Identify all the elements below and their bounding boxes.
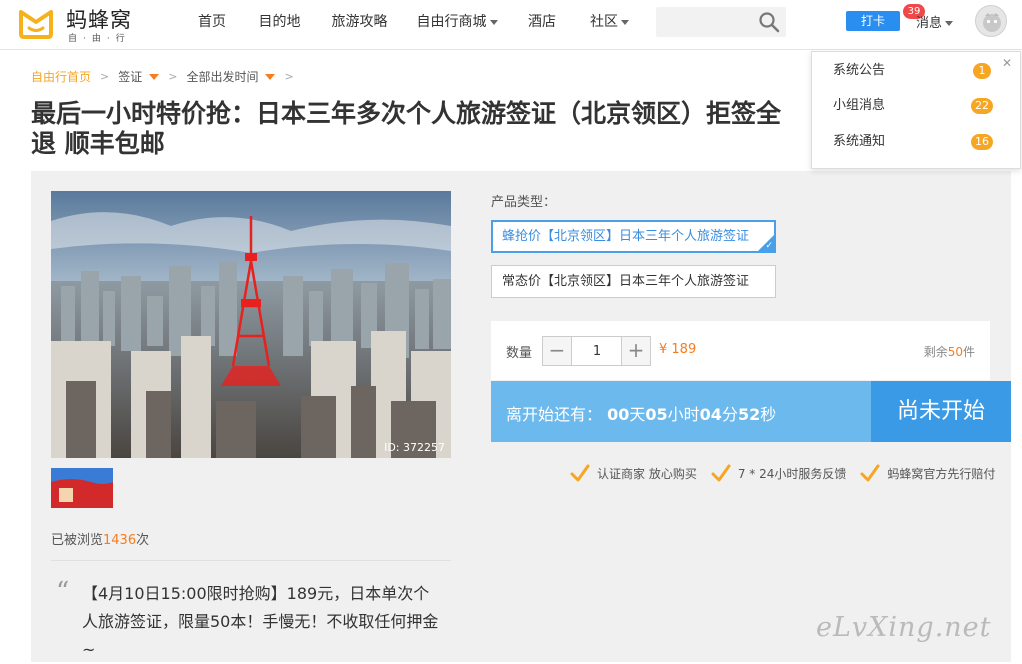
top-header: 蚂蜂窝 自·由·行 首页 目的地 旅游攻略 自由行商城 酒店 社区 打卡 39 … (0, 0, 1022, 50)
site-logo[interactable]: 蚂蜂窝 自·由·行 (18, 4, 148, 44)
page-title: 最后一小时特价抢：日本三年多次个人旅游签证（北京领区）拒签全退 顺丰包邮 (31, 99, 782, 158)
product-option-regular-price[interactable]: 常态价【北京领区】日本三年个人旅游签证 (491, 265, 776, 298)
nav-mall[interactable]: 自由行商城 (402, 0, 512, 44)
notification-count: 1 (973, 63, 991, 79)
chevron-right-icon: > (100, 69, 110, 83)
guarantee-list: 认证商家 放心购买 7 * 24小时服务反馈 蚂蜂窝官方先行赔付 (570, 463, 1009, 483)
check-in-button[interactable]: 打卡 (846, 11, 900, 31)
nav-hotels[interactable]: 酒店 (512, 0, 572, 44)
search-icon[interactable] (758, 11, 780, 33)
notification-group-messages[interactable]: 小组消息 22 (833, 96, 993, 116)
check-icon: ✓ (765, 241, 773, 251)
product-type-label: 产品类型： (491, 195, 557, 210)
promo-description: 【4月10日15:00限时抢购】189元，日本单次个人旅游签证，限量50本！手慢… (82, 584, 439, 659)
not-started-button[interactable]: 尚未开始 (871, 381, 1011, 442)
nav-community[interactable]: 社区 (572, 0, 647, 44)
quantity-input[interactable] (572, 336, 622, 366)
close-icon[interactable]: ✕ (1002, 56, 1012, 70)
product-thumbnail[interactable] (51, 468, 113, 508)
avatar-face-icon (983, 13, 1001, 32)
chevron-down-icon (149, 74, 160, 80)
notification-system-announcement[interactable]: 系统公告 1 (833, 61, 993, 81)
countdown-timer: 离开始还有： 00天05小时04分52秒 (491, 381, 871, 442)
chevron-down-icon (265, 74, 276, 80)
notifications-dropdown: ✕ 系统公告 1 小组消息 22 系统通知 16 (811, 51, 1021, 169)
countdown-text: 离开始还有： 00天05小时04分52秒 (506, 405, 777, 424)
nav-guides[interactable]: 旅游攻略 (317, 0, 402, 44)
quantity-section: 数量 − + ¥ 189 剩余50件 (491, 321, 990, 380)
nav-home[interactable]: 首页 (182, 0, 242, 44)
guarantee-item: 7 * 24小时服务反馈 (711, 463, 846, 483)
quantity-label: 数量 (506, 346, 533, 361)
product-main-image[interactable]: ID: 372257 (51, 191, 451, 458)
image-id-label: ID: 372257 (384, 441, 445, 454)
countdown-days: 00 (607, 405, 630, 424)
view-count: 已被浏览1436次 (51, 533, 150, 548)
chevron-right-icon: > (168, 69, 178, 83)
countdown-hours: 05 (645, 405, 668, 424)
guarantee-item: 认证商家 放心购买 (570, 463, 697, 483)
quote-icon: “ (56, 577, 70, 607)
watermark: eLvXing.net (816, 612, 992, 643)
messages-menu[interactable]: 消息 (916, 12, 954, 31)
countdown-seconds: 52 (737, 405, 761, 424)
breadcrumb: 自由行首页 > 签证 > 全部出发时间 > (31, 67, 303, 85)
breadcrumb-departure[interactable]: 全部出发时间 (186, 68, 276, 85)
chevron-down-icon (621, 19, 629, 25)
guarantee-item: 蚂蜂窝官方先行赔付 (860, 463, 995, 483)
notification-count: 16 (971, 134, 993, 150)
tokyo-skyline-image (51, 191, 451, 458)
quantity-plus-button[interactable]: + (621, 336, 651, 366)
countdown-minutes: 04 (699, 405, 722, 424)
breadcrumb-visa[interactable]: 签证 (118, 68, 160, 85)
thumbnail-image (51, 468, 113, 508)
divider (51, 560, 451, 561)
notification-count: 22 (971, 98, 993, 114)
product-option-flash-price[interactable]: 蜂抢价【北京领区】日本三年个人旅游签证 ✓ (491, 220, 776, 253)
nav-destinations[interactable]: 目的地 (242, 0, 317, 44)
main-nav: 首页 目的地 旅游攻略 自由行商城 酒店 社区 (182, 0, 647, 44)
check-icon (711, 464, 731, 482)
breadcrumb-home[interactable]: 自由行首页 (31, 68, 91, 85)
quantity-minus-button[interactable]: − (542, 336, 572, 366)
unit-price: ¥ 189 (659, 342, 697, 357)
logo-icon (19, 10, 53, 39)
logo-subtitle: 自·由·行 (68, 34, 131, 44)
stock-remaining: 剩余50件 (923, 345, 975, 359)
logo-name: 蚂蜂窝 (66, 8, 132, 32)
chevron-down-icon (945, 21, 954, 26)
search-input[interactable] (656, 7, 786, 37)
check-icon (570, 464, 590, 482)
avatar[interactable] (975, 5, 1007, 37)
check-icon (860, 464, 880, 482)
chevron-down-icon (489, 19, 498, 25)
notification-system-notices[interactable]: 系统通知 16 (833, 132, 993, 152)
chevron-right-icon: > (284, 69, 294, 83)
